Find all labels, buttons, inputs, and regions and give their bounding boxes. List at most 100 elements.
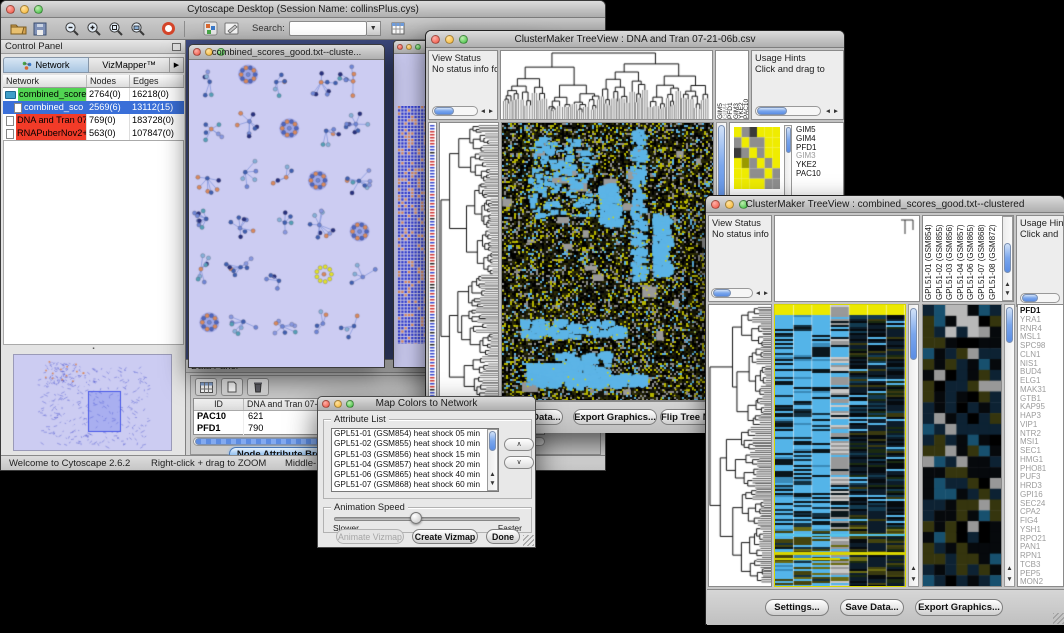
import-table-icon[interactable]	[389, 20, 409, 38]
new-attribute-icon[interactable]	[221, 378, 243, 396]
tab-vizmapper[interactable]: VizMapper™	[89, 57, 170, 73]
scroll-down-arrow[interactable]: ▼	[909, 576, 918, 583]
speed-slider-thumb[interactable]	[410, 512, 422, 524]
gene-list-panel[interactable]: PFD1YRA1RNR4MSL1SPC98CLN1NIS1BUD4ELG1MAK…	[1017, 304, 1064, 587]
network-row-combined-scores[interactable]: combined_scores 2764(0) 16218(0)	[3, 88, 184, 101]
zoom-fit-icon[interactable]	[128, 20, 148, 38]
network-row-selected[interactable]: combined_sco 2569(6) 13112(15)	[3, 101, 184, 114]
attribute-item[interactable]: GPL51-07 (GSM868) heat shock 60 min	[334, 480, 498, 490]
selection-marks-strip[interactable]	[428, 122, 437, 401]
delete-attribute-icon[interactable]	[247, 378, 269, 396]
scroll-down-arrow[interactable]: ▼	[488, 480, 497, 487]
network-canvas-area[interactable]	[189, 60, 384, 367]
vizmapper-shortcut-icon[interactable]	[200, 20, 220, 38]
correlation-matrix-canvas[interactable]	[734, 127, 780, 189]
column-dendrogram[interactable]	[774, 215, 920, 302]
zoom-window-button[interactable]	[415, 44, 421, 50]
network-table-header[interactable]: Network Nodes Edges	[3, 75, 184, 88]
network-tree-area[interactable]	[3, 140, 184, 345]
gene-list[interactable]: PFD1YRA1RNR4MSL1SPC98CLN1NIS1BUD4ELG1MAK…	[1018, 305, 1063, 587]
scroll-up-arrow[interactable]: ▲	[488, 471, 497, 478]
column-label: GPL51-08 (GSM872)	[988, 217, 999, 300]
move-up-button[interactable]: ∧	[504, 438, 534, 451]
usage-hints-hscrollbar[interactable]	[1020, 293, 1060, 303]
float-panel-icon[interactable]	[172, 43, 181, 51]
save-data-button[interactable]: Save Data...	[840, 599, 904, 616]
move-down-button[interactable]: ∨	[504, 456, 534, 469]
zoom-out-icon[interactable]	[62, 20, 82, 38]
birdseye-canvas[interactable]	[14, 355, 171, 450]
column-labels-panel: GPL51-01 (GSM854)GPL51-02 (GSM855)GPL51-…	[922, 215, 1014, 302]
resize-grip[interactable]	[1053, 613, 1064, 624]
scroll-up-arrow[interactable]: ▲	[1003, 281, 1012, 288]
row-dendrogram[interactable]	[439, 122, 499, 401]
minimize-button[interactable]	[406, 44, 412, 50]
table-view-icon[interactable]	[195, 378, 217, 396]
create-vizmap-button[interactable]: Create Vizmap	[412, 529, 478, 544]
scroll-right-arrow[interactable]: ►	[762, 290, 770, 297]
export-graphics-button[interactable]: Export Graphics...	[573, 409, 657, 425]
resize-grip[interactable]	[523, 535, 534, 546]
treeview-dna-title: ClusterMaker TreeView : DNA and Tran 07-…	[426, 34, 844, 45]
search-input[interactable]	[289, 21, 367, 36]
birdseye-view[interactable]	[13, 354, 172, 451]
zoom-vscrollbar[interactable]: ▲ ▼	[1004, 304, 1015, 587]
annotation-icon[interactable]	[222, 20, 242, 38]
network-row-rna[interactable]: RNAPuberNov2+ 563(0) 107847(0)	[3, 127, 184, 140]
scroll-left-arrow[interactable]: ◄	[824, 108, 832, 115]
main-title-bar[interactable]: Cytoscape Desktop (Session Name: collins…	[1, 1, 605, 18]
open-session-icon[interactable]	[8, 20, 28, 38]
attribute-list[interactable]: GPL51-01 (GSM854) heat shock 05 minGPL51…	[331, 428, 499, 492]
column-dendrogram[interactable]	[500, 50, 713, 120]
done-button[interactable]: Done	[486, 529, 520, 544]
close-button[interactable]	[397, 44, 403, 50]
tab-overflow-button[interactable]: ▶	[170, 57, 184, 73]
scroll-down-arrow[interactable]: ▼	[1005, 576, 1014, 583]
scroll-up-arrow[interactable]: ▲	[1005, 565, 1014, 572]
save-session-icon[interactable]	[30, 20, 50, 38]
scroll-left-arrow[interactable]: ◄	[479, 108, 487, 115]
animate-vizmap-button[interactable]: Animate Vizmap	[336, 529, 404, 544]
map-colors-dialog[interactable]: Map Colors to Network Attribute List GPL…	[317, 396, 536, 548]
export-graphics-button[interactable]: Export Graphics...	[915, 599, 1003, 616]
attribute-item[interactable]: GPL51-01 (GSM854) heat shock 05 min	[334, 429, 498, 439]
tab-network[interactable]: Network	[3, 57, 89, 73]
zoom-heatmap[interactable]	[922, 304, 1002, 587]
attribute-item[interactable]: GPL51-04 (GSM857) heat shock 20 min	[334, 460, 498, 470]
scroll-up-arrow[interactable]: ▲	[909, 565, 918, 572]
attribute-list-scrollbar[interactable]: ▲ ▼	[487, 429, 498, 491]
attribute-item[interactable]: GPL51-06 (GSM865) heat shock 40 min	[334, 470, 498, 480]
treeview-combined-window[interactable]: ClusterMaker TreeView : combined_scores_…	[705, 195, 1064, 625]
network-file-icon	[6, 129, 14, 139]
zoom-selected-icon[interactable]	[106, 20, 126, 38]
scroll-right-arrow[interactable]: ►	[487, 108, 495, 115]
help-icon[interactable]	[158, 20, 178, 38]
column-label: GPL51-06 (GSM865)	[966, 217, 977, 300]
speed-slider-track[interactable]	[334, 517, 520, 521]
animation-speed-label: Animation Speed	[331, 502, 408, 512]
splitter-handle[interactable]: ▪	[1, 346, 186, 353]
usage-hints-panel: Usage HintsClick and	[1016, 215, 1064, 307]
settings-button[interactable]: Settings...	[765, 599, 829, 616]
usage-hints-hscrollbar[interactable]	[755, 106, 821, 116]
attribute-item[interactable]: GPL51-02 (GSM855) heat shock 10 min	[334, 439, 498, 449]
network-graph-canvas[interactable]	[189, 60, 384, 367]
scroll-right-arrow[interactable]: ►	[832, 108, 840, 115]
attribute-item[interactable]: GPL51-03 (GSM856) heat shock 15 min	[334, 450, 498, 460]
network-file-icon	[14, 103, 22, 113]
view-status-hscrollbar[interactable]	[711, 288, 753, 298]
column-labels-scrollbar[interactable]: ▲ ▼	[1002, 216, 1013, 301]
network-row-dna[interactable]: DNA and Tran 07 769(0) 183728(0)	[3, 114, 184, 127]
network-window-title: combined_scores_good.txt--cluste...	[189, 47, 384, 57]
search-dropdown-button[interactable]: ▼	[367, 21, 381, 36]
row-dendrogram[interactable]	[708, 304, 772, 587]
heatmap-vscrollbar[interactable]: ▲ ▼	[908, 304, 919, 587]
zoom-in-icon[interactable]	[84, 20, 104, 38]
heatmap-global[interactable]	[501, 122, 714, 401]
scroll-left-arrow[interactable]: ◄	[754, 290, 762, 297]
view-status-hscrollbar[interactable]	[432, 106, 478, 116]
heatmap-global[interactable]	[774, 304, 906, 587]
gene-label[interactable]: MON2	[1020, 578, 1063, 587]
scroll-down-arrow[interactable]: ▼	[1003, 290, 1012, 297]
network-view-window[interactable]: combined_scores_good.txt--cluste...	[188, 44, 385, 368]
